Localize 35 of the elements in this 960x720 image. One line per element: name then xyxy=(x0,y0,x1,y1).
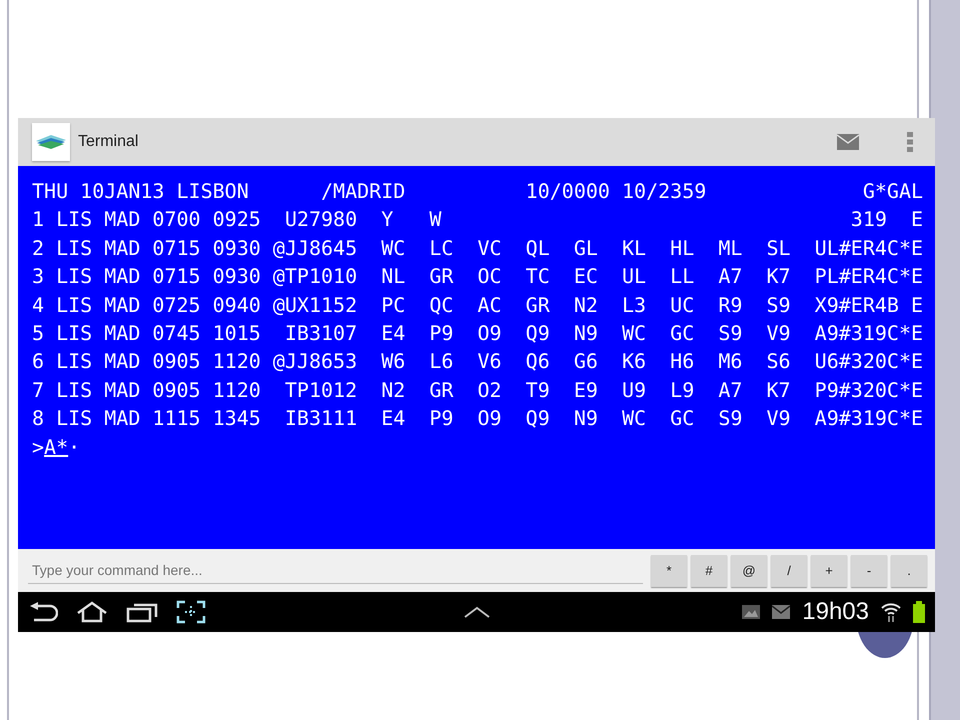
clock-time: 19h03 xyxy=(802,598,869,626)
symbol-key[interactable]: * xyxy=(651,554,687,586)
home-icon[interactable] xyxy=(76,601,108,623)
mail-icon[interactable] xyxy=(837,134,859,150)
terminal-line: 6 LIS MAD 0905 1120 @JJ8653 W6 L6 V6 Q6 G6 K6 H6 M6 S6 U6#320C*E xyxy=(32,348,924,376)
terminal-line: 8 LIS MAD 1115 1345 IB3111 E4 P9 O9 Q9 N9 WC GC S9 V9 A9#319C*E xyxy=(32,405,924,432)
terminal-line: 3 LIS MAD 0715 0930 @TP1010 NL GR OC TC EC UL LL A7 K7 PL#ER4C*E xyxy=(32,263,924,290)
terminal-line: THU 10JAN13 LISBON /MADRID 10/0000 10/2359 G*GAL xyxy=(32,178,924,205)
image-notification-icon xyxy=(742,605,760,619)
battery-icon xyxy=(913,601,925,623)
terminal-line: 7 LIS MAD 0905 1120 TP1012 N2 GR O2 T9 E9 U9 L9 A7 K7 P9#320C*E xyxy=(32,376,924,404)
terminal-line: 2 LIS MAD 0715 0930 @JJ8645 WC LC VC QL GL KL HL ML SL UL#ER4C*E xyxy=(32,234,924,262)
app-logo-icon xyxy=(32,123,70,161)
symbol-key[interactable]: . xyxy=(891,554,927,586)
terminal-line: 5 LIS MAD 0745 1015 IB3107 E4 P9 O9 Q9 N9 WC GC S9 V9 A9#319C*E xyxy=(32,320,924,348)
command-input-field[interactable]: Type your command here... xyxy=(28,557,643,584)
recent-apps-icon[interactable] xyxy=(126,601,158,623)
overflow-menu-icon[interactable] xyxy=(907,132,913,152)
screenshot-icon[interactable] xyxy=(176,600,206,624)
command-input-text: A* xyxy=(44,434,68,461)
symbol-key[interactable]: # xyxy=(691,554,727,586)
terminal-line: 1 LIS MAD 0700 0925 U27980 Y W 319 E xyxy=(32,206,924,234)
app-title: Terminal xyxy=(78,133,138,151)
command-bar[interactable]: Type your command here... * # @ / + - . xyxy=(18,549,935,592)
chevron-up-icon[interactable] xyxy=(464,606,490,618)
prompt-symbol: > xyxy=(32,434,44,461)
mail-notification-icon xyxy=(772,605,790,619)
symbol-key[interactable]: / xyxy=(771,554,807,586)
symbol-key[interactable]: @ xyxy=(731,554,767,586)
wifi-icon xyxy=(881,601,901,623)
terminal-line: 4 LIS MAD 0725 0940 @UX1152 PC QC AC GR N2 L3 UC R9 S9 X9#ER4B E xyxy=(32,292,924,319)
symbol-key[interactable]: + xyxy=(811,554,847,586)
cursor: · xyxy=(68,434,80,461)
back-icon[interactable] xyxy=(30,602,58,622)
symbol-key[interactable]: - xyxy=(851,554,887,586)
